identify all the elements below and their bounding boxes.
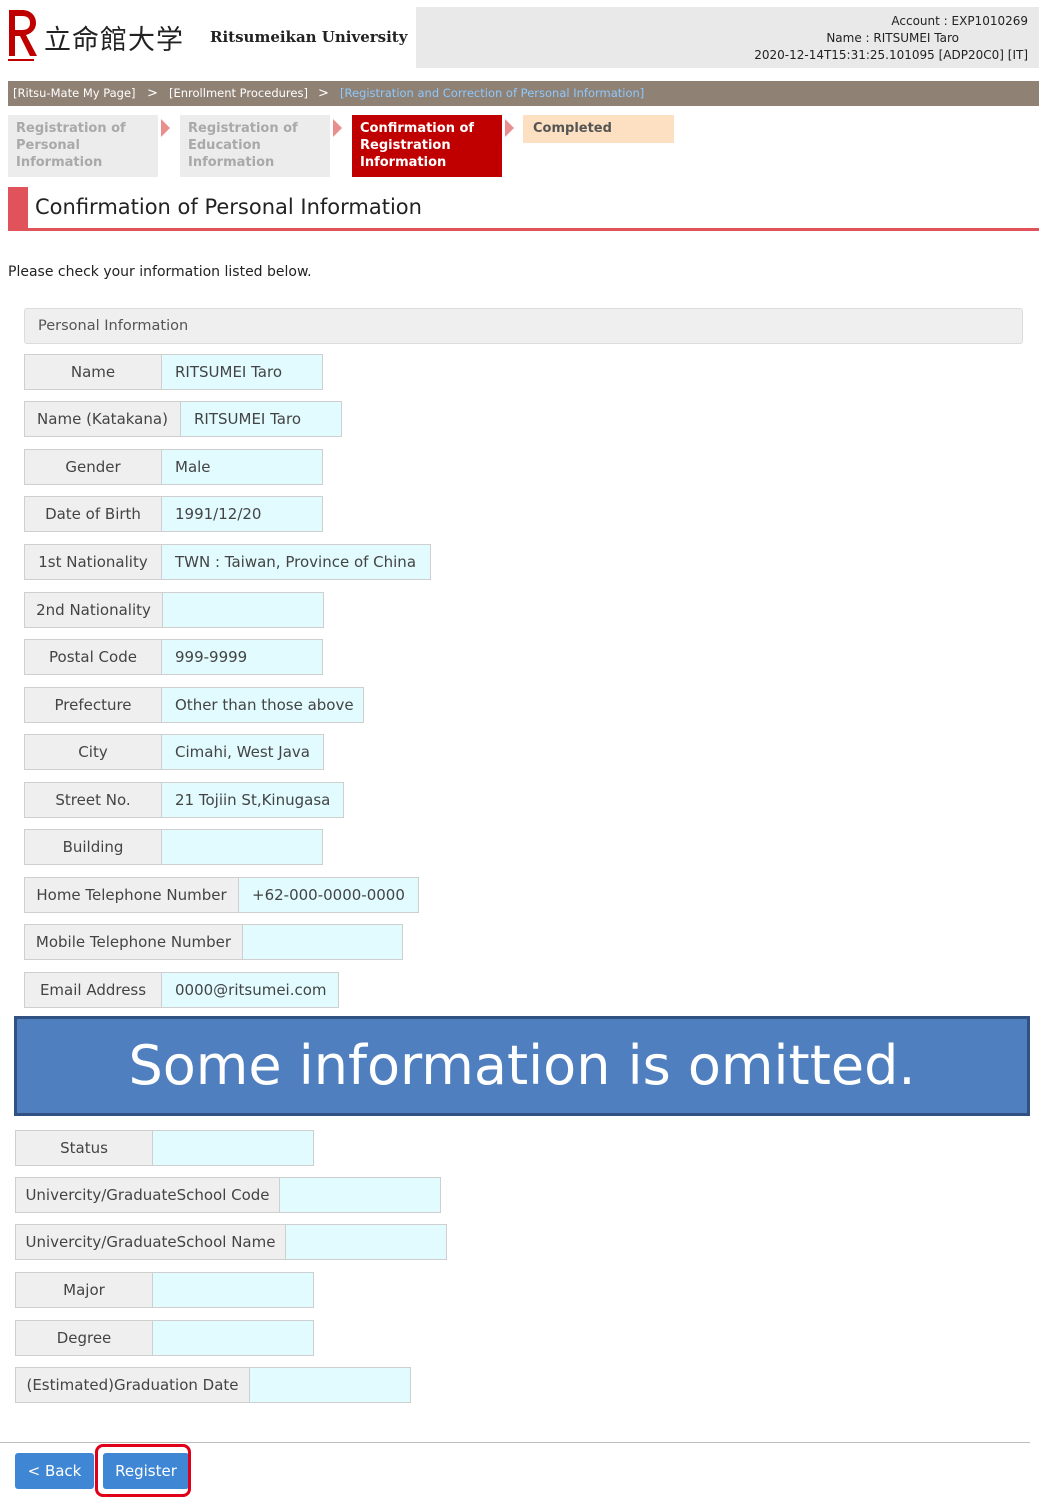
breadcrumb-enrollment[interactable]: [Enrollment Procedures] bbox=[169, 81, 308, 106]
field-label-date-of-birth: Date of Birth bbox=[24, 496, 162, 532]
section-header: Personal Information bbox=[24, 308, 1023, 344]
field-value-status bbox=[153, 1130, 314, 1166]
title-accent bbox=[8, 187, 28, 229]
register-highlight bbox=[95, 1444, 191, 1497]
field-label-degree: Degree bbox=[15, 1320, 153, 1356]
intro-text: Please check your information listed bel… bbox=[8, 264, 312, 280]
logo-english: Ritsumeikan University bbox=[210, 28, 408, 46]
field-value-1st-nationality: TWN : Taiwan, Province of China bbox=[162, 544, 431, 580]
field-label-school-name: Univercity/GraduateSchool Name bbox=[15, 1224, 286, 1260]
logo-japanese: 立命館大学 bbox=[44, 25, 184, 56]
field-label-name-katakana: Name (Katakana) bbox=[24, 401, 181, 437]
session-info: 2020-12-14T15:31:25.101095 [ADP20C0] [IT… bbox=[754, 48, 1028, 62]
university-logo-icon bbox=[8, 10, 37, 61]
field-label-major: Major bbox=[15, 1272, 153, 1308]
breadcrumb-current: [Registration and Correction of Personal… bbox=[340, 86, 645, 100]
field-value-graduation-date bbox=[250, 1367, 411, 1403]
field-value-gender: Male bbox=[162, 449, 323, 485]
field-value-postal-code: 999-9999 bbox=[162, 639, 323, 675]
field-value-name: RITSUMEI Taro bbox=[162, 354, 323, 390]
step-personal-info: Registration of Personal Information bbox=[8, 115, 158, 177]
field-label-2nd-nationality: 2nd Nationality bbox=[24, 592, 163, 628]
field-label-prefecture: Prefecture bbox=[24, 687, 162, 723]
field-value-2nd-nationality bbox=[163, 592, 324, 628]
field-value-degree bbox=[153, 1320, 314, 1356]
field-label-home-telephone: Home Telephone Number bbox=[24, 877, 239, 913]
field-value-school-code bbox=[280, 1177, 441, 1213]
field-label-street-no: Street No. bbox=[24, 782, 162, 818]
field-value-date-of-birth: 1991/12/20 bbox=[162, 496, 323, 532]
field-value-building bbox=[162, 829, 323, 865]
field-value-mobile-telephone bbox=[243, 924, 403, 960]
step-completed: Completed bbox=[523, 115, 674, 143]
breadcrumb-separator: > bbox=[318, 86, 329, 101]
field-label-city: City bbox=[24, 734, 162, 770]
field-label-graduation-date: (Estimated)Graduation Date bbox=[15, 1367, 250, 1403]
field-label-gender: Gender bbox=[24, 449, 162, 485]
field-value-school-name bbox=[286, 1224, 447, 1260]
step-arrow-icon bbox=[505, 119, 514, 137]
step-arrow-icon bbox=[161, 119, 170, 137]
step-education-info: Registration of Education Information bbox=[180, 115, 330, 177]
step-confirmation: Confirmation of Registration Information bbox=[352, 115, 502, 177]
account-panel: Account : EXP1010269 Name : RITSUMEI Tar… bbox=[416, 7, 1039, 68]
field-label-email: Email Address bbox=[24, 972, 162, 1008]
breadcrumb-my-page[interactable]: [Ritsu-Mate My Page] bbox=[13, 81, 136, 106]
field-label-name: Name bbox=[24, 354, 162, 390]
field-value-home-telephone: +62-000-0000-0000 bbox=[239, 877, 419, 913]
account-id: Account : EXP1010269 bbox=[891, 14, 1028, 28]
title-underline bbox=[8, 228, 1039, 231]
field-label-school-code: Univercity/GraduateSchool Code bbox=[15, 1177, 280, 1213]
field-label-postal-code: Postal Code bbox=[24, 639, 162, 675]
omitted-notice-banner: Some information is omitted. bbox=[14, 1016, 1030, 1116]
field-value-major bbox=[153, 1272, 314, 1308]
page-title: Confirmation of Personal Information bbox=[35, 195, 422, 219]
breadcrumb: [Ritsu-Mate My Page] > [Enrollment Proce… bbox=[8, 81, 1039, 106]
field-value-city: Cimahi, West Java bbox=[162, 734, 324, 770]
breadcrumb-separator: > bbox=[147, 86, 158, 101]
account-name: Name : RITSUMEI Taro bbox=[826, 31, 959, 45]
field-label-building: Building bbox=[24, 829, 162, 865]
step-arrow-icon bbox=[333, 119, 342, 137]
field-value-street-no: 21 Tojiin St,Kinugasa bbox=[162, 782, 344, 818]
field-value-prefecture: Other than those above bbox=[162, 687, 364, 723]
field-label-mobile-telephone: Mobile Telephone Number bbox=[24, 924, 243, 960]
field-label-status: Status bbox=[15, 1130, 153, 1166]
footer-divider bbox=[0, 1442, 1030, 1443]
field-label-1st-nationality: 1st Nationality bbox=[24, 544, 162, 580]
back-button[interactable]: < Back bbox=[15, 1453, 94, 1489]
field-value-name-katakana: RITSUMEI Taro bbox=[181, 401, 342, 437]
field-value-email: 0000@ritsumei.com bbox=[162, 972, 339, 1008]
